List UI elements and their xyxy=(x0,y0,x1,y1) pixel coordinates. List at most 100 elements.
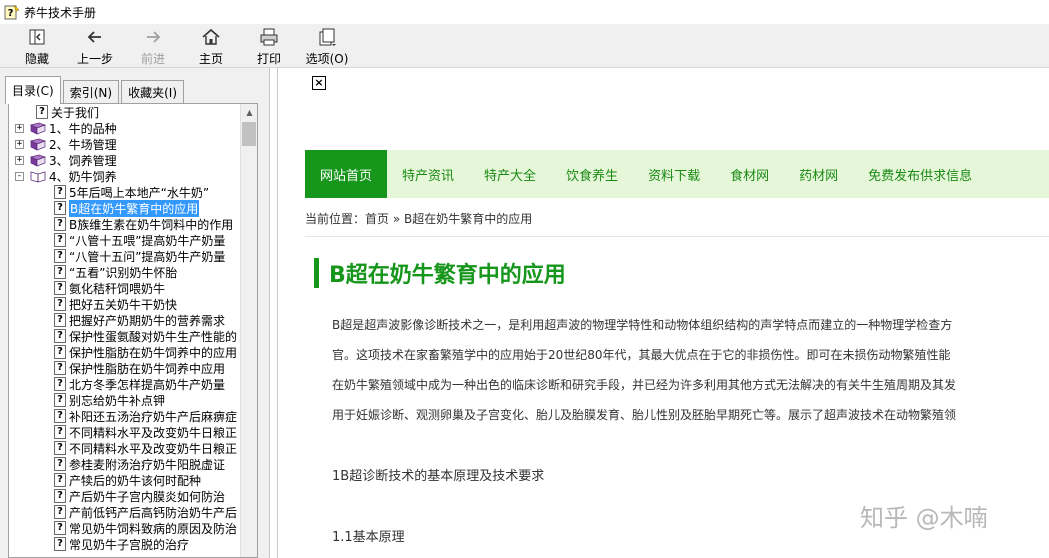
title-bar: ? 养牛技术手册 xyxy=(0,0,1049,24)
back-button[interactable]: 上一步 xyxy=(66,24,124,68)
help-page-icon: ? xyxy=(54,249,66,263)
nav-item[interactable]: 饮食养生 xyxy=(551,150,633,198)
tree-item-label: 4、奶牛饲养 xyxy=(49,169,117,184)
tree-item[interactable]: ? “五看”识别奶牛怀胎 xyxy=(9,264,242,280)
nav-item[interactable]: 药材网 xyxy=(784,150,853,198)
tree-item[interactable]: ? 保护性蛋氨酸对奶牛生产性能的 xyxy=(9,328,242,344)
back-label: 上一步 xyxy=(76,52,113,66)
tree-item-label: 保护性脂肪在奶牛饲养中应用 xyxy=(69,361,226,376)
help-page-icon: ? xyxy=(54,217,66,231)
book-icon xyxy=(30,122,46,135)
print-label: 打印 xyxy=(256,52,281,66)
help-page-icon: ? xyxy=(54,537,66,551)
tree-item-label: “五看”识别奶牛怀胎 xyxy=(69,265,178,280)
nav-item[interactable]: 特产大全 xyxy=(469,150,551,198)
paragraph-line: B超是超声波影像诊断技术之一，是利用超声波的物理学特性和动物体组织结构的声学特点… xyxy=(332,318,953,332)
options-button[interactable]: 选项(O) xyxy=(298,24,356,68)
article-title: B超在奶牛繁育中的应用 xyxy=(314,258,566,288)
tree-item-label: 保护性脂肪在奶牛饲养中的应用 xyxy=(69,345,238,360)
tree-item-label: 氨化秸秆饲喂奶牛 xyxy=(69,281,166,296)
print-button[interactable]: 打印 xyxy=(240,24,298,68)
tree-item[interactable]: ? 把好五关奶牛干奶快 xyxy=(9,296,242,312)
tree-item[interactable]: ? 参桂麦附汤治疗奶牛阳脱虚证 xyxy=(9,456,242,472)
help-page-icon: ? xyxy=(54,201,66,215)
section-heading: 1B超诊断技术的基本原理及技术要求 xyxy=(332,469,545,484)
tree-item-label: 产前低钙产后高钙防治奶牛产后 xyxy=(69,505,238,520)
tree-item[interactable]: - 4、奶牛饲养 xyxy=(9,168,242,184)
collapse-icon[interactable]: - xyxy=(15,171,24,181)
tree-item[interactable]: ? 不同精料水平及改变奶牛日粮正 xyxy=(9,440,242,456)
tree-item-label: 保护性蛋氨酸对奶牛生产性能的 xyxy=(69,329,238,344)
tree-item[interactable]: ? 不同精料水平及改变奶牛日粮正 xyxy=(9,424,242,440)
expand-icon[interactable]: + xyxy=(15,139,24,149)
tree-item[interactable]: ? 北方冬季怎样提高奶牛产奶量 xyxy=(9,376,242,392)
nav-item[interactable]: 网站首页 xyxy=(305,150,388,198)
tree-item[interactable]: ? B族维生素在奶牛饲料中的作用 xyxy=(9,216,242,232)
help-page-icon: ? xyxy=(54,409,66,423)
expand-icon[interactable]: + xyxy=(15,123,24,133)
tree-item-label: B族维生素在奶牛饲料中的作用 xyxy=(69,217,234,232)
nav-item[interactable]: 资料下载 xyxy=(633,150,715,198)
divider xyxy=(305,236,1049,237)
tree-item-label: 5年后喝上本地产“水牛奶” xyxy=(69,185,210,200)
nav-item[interactable]: 食材网 xyxy=(715,150,784,198)
tree-item-label: 参桂麦附汤治疗奶牛阳脱虚证 xyxy=(69,457,226,472)
tree-item-label: 把好五关奶牛干奶快 xyxy=(69,297,178,312)
options-icon xyxy=(319,28,336,46)
tree-item[interactable]: ? 保护性脂肪在奶牛饲养中应用 xyxy=(9,360,242,376)
help-page-icon: ? xyxy=(54,441,66,455)
tree-item[interactable]: ? “八管十五问”提高奶牛产奶量 xyxy=(9,248,242,264)
tree-item[interactable]: ? 把握好产奶期奶牛的营养需求 xyxy=(9,312,242,328)
forward-button[interactable]: 前进 xyxy=(124,24,182,68)
tree-item[interactable]: ? 产后奶牛子宫内膜炎如何防治 xyxy=(9,488,242,504)
home-label: 主页 xyxy=(198,52,223,66)
tree-item[interactable]: ? 别忘给奶牛补点钾 xyxy=(9,392,242,408)
navigation-pane: 目录(C) 索引(N) 收藏夹(I) ? 关于我们 +1、牛的品种 +2、牛场管理 +3… xyxy=(0,68,270,558)
scroll-up-icon[interactable]: ▲ xyxy=(241,104,257,121)
tree-item[interactable]: +2、牛场管理 xyxy=(9,136,242,152)
paragraph-line: 用于妊娠诊断、观测卵巢及子宫变化、胎儿及胎膜发育、胎儿性别及胚胎早期死亡等。展示… xyxy=(332,408,957,422)
tree-item[interactable]: ? 常见奶牛饲料致病的原因及防治 xyxy=(9,520,242,536)
tree-item[interactable]: +1、牛的品种 xyxy=(9,120,242,136)
help-page-icon: ? xyxy=(54,185,66,199)
nav-item[interactable]: 免费发布供求信息 xyxy=(853,150,987,198)
tree-item-label: “八管十五喂”提高奶牛产奶量 xyxy=(69,233,226,248)
expand-icon[interactable]: + xyxy=(15,155,24,165)
tree-item[interactable]: ? 产前低钙产后高钙防治奶牛产后 xyxy=(9,504,242,520)
tree-item[interactable]: ? “八管十五喂”提高奶牛产奶量 xyxy=(9,232,242,248)
tree-item[interactable]: ? 补阳还五汤治疗奶牛产后麻痹症 xyxy=(9,408,242,424)
tree-item[interactable]: ? 产犊后的奶牛该何时配种 xyxy=(9,472,242,488)
book-icon xyxy=(30,154,46,167)
tab-contents[interactable]: 目录(C) xyxy=(5,76,61,104)
printer-icon xyxy=(260,28,278,46)
tree-item[interactable]: ? 保护性脂肪在奶牛饲养中的应用 xyxy=(9,344,242,360)
contents-tree: ? 关于我们 +1、牛的品种 +2、牛场管理 +3、饲养管理 -4、奶牛饲养? 5年后喝上本… xyxy=(9,104,242,557)
home-icon xyxy=(202,28,220,45)
home-button[interactable]: 主页 xyxy=(182,24,240,68)
forward-label: 前进 xyxy=(140,52,165,66)
help-page-icon: ? xyxy=(54,489,66,503)
book-icon xyxy=(30,138,46,151)
open-book-icon xyxy=(30,170,46,183)
tree-item[interactable]: ? 氨化秸秆饲喂奶牛 xyxy=(9,280,242,296)
nav-item[interactable]: 特产资讯 xyxy=(387,150,469,198)
tree-item[interactable]: ? 5年后喝上本地产“水牛奶” xyxy=(9,184,242,200)
watermark: 知乎 @木喃 xyxy=(860,504,988,532)
tree-item[interactable]: ? 关于我们 xyxy=(9,104,242,120)
tree-item[interactable]: +3、饲养管理 xyxy=(9,152,242,168)
broken-image-icon: × xyxy=(312,76,326,90)
tree-item[interactable]: ? B超在奶牛繁育中的应用 xyxy=(9,199,242,217)
tab-index[interactable]: 索引(N) xyxy=(62,80,120,104)
tree-scrollbar[interactable]: ▲ xyxy=(240,104,257,557)
hide-label: 隐藏 xyxy=(24,52,49,66)
hide-button[interactable]: 隐藏 xyxy=(8,24,66,68)
tab-favorites[interactable]: 收藏夹(I) xyxy=(121,80,184,104)
scroll-thumb[interactable] xyxy=(242,122,256,146)
breadcrumb: 当前位置：首页 » B超在奶牛繁育中的应用 xyxy=(305,212,533,226)
svg-text:?: ? xyxy=(8,8,14,19)
tree-item-label: 不同精料水平及改变奶牛日粮正 xyxy=(69,425,238,440)
tree-item-label: 2、牛场管理 xyxy=(49,137,117,152)
tree-item[interactable]: ? 常见奶牛子宫脱的治疗 xyxy=(9,536,242,552)
subsection-heading: 1.1基本原理 xyxy=(332,530,405,545)
help-page-icon: ? xyxy=(54,473,66,487)
